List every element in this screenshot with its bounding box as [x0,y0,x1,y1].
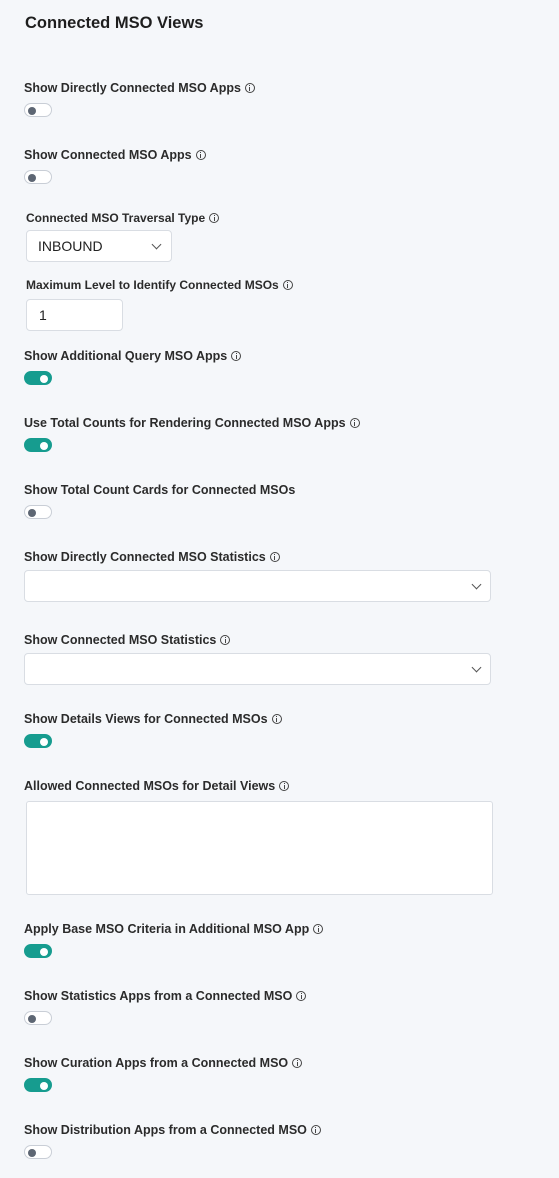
toggle-knob [28,508,36,517]
chevron-down-icon [471,579,482,590]
total-count-cards-label: Show Total Count Cards for Connected MSO… [24,483,296,497]
statistics-apps-label: Show Statistics Apps from a Connected MS… [24,989,293,1003]
distribution-apps-field: Show Distribution Apps from a Connected … [24,1122,321,1159]
directly-connected-stats-select[interactable] [24,570,491,602]
statistics-apps-toggle[interactable] [24,1011,52,1025]
use-total-counts-toggle[interactable] [24,438,52,452]
connected-stats-label: Show Connected MSO Statistics [24,633,217,647]
details-views-field: Show Details Views for Connected MSOs [24,711,282,748]
connected-mso-views-panel: Connected MSO Views Show Directly Connec… [0,0,559,1178]
toggle-knob [40,947,48,956]
info-icon[interactable] [313,924,324,934]
info-icon[interactable] [244,83,255,93]
total-count-cards-toggle[interactable] [24,505,52,519]
curation-apps-field: Show Curation Apps from a Connected MSO [24,1055,303,1092]
info-icon[interactable] [231,351,242,361]
toggle-knob [40,737,48,746]
info-icon[interactable] [271,714,282,724]
traversal-type-field: Connected MSO Traversal Type [26,210,220,226]
connected-stats-select[interactable] [24,653,491,685]
details-views-label: Show Details Views for Connected MSOs [24,712,268,726]
toggle-knob [40,441,48,450]
connected-apps-field: Show Connected MSO Apps [24,147,206,184]
allowed-detail-views-textarea[interactable] [26,801,493,895]
info-icon[interactable] [209,213,220,223]
apply-base-criteria-field: Apply Base MSO Criteria in Additional MS… [24,921,324,958]
additional-query-apps-field: Show Additional Query MSO Apps [24,348,242,385]
connected-apps-toggle[interactable] [24,170,52,184]
total-count-cards-field: Show Total Count Cards for Connected MSO… [24,482,295,519]
distribution-apps-label: Show Distribution Apps from a Connected … [24,1123,307,1137]
use-total-counts-label: Use Total Counts for Rendering Connected… [24,416,346,430]
details-views-toggle[interactable] [24,734,52,748]
directly-connected-apps-field: Show Directly Connected MSO Apps [24,80,255,117]
allowed-detail-views-label: Allowed Connected MSOs for Detail Views [24,779,276,793]
info-icon[interactable] [279,781,290,791]
additional-query-apps-toggle[interactable] [24,371,52,385]
curation-apps-toggle[interactable] [24,1078,52,1092]
max-level-label: Maximum Level to Identify Connected MSOs [26,278,279,292]
max-level-field: Maximum Level to Identify Connected MSOs [26,277,293,293]
directly-connected-stats-label: Show Directly Connected MSO Statistics [24,550,266,564]
info-icon[interactable] [310,1125,321,1135]
info-icon[interactable] [349,418,360,428]
info-icon[interactable] [292,1058,303,1068]
statistics-apps-field: Show Statistics Apps from a Connected MS… [24,988,307,1025]
traversal-type-value: INBOUND [38,238,103,254]
directly-connected-apps-toggle[interactable] [24,103,52,117]
info-icon[interactable] [220,635,231,645]
additional-query-apps-label: Show Additional Query MSO Apps [24,349,228,363]
toggle-knob [28,173,36,182]
toggle-knob [40,374,48,383]
apply-base-criteria-label: Apply Base MSO Criteria in Additional MS… [24,922,310,936]
allowed-detail-views-field: Allowed Connected MSOs for Detail Views [24,778,290,794]
section-title: Connected MSO Views [25,14,204,32]
max-level-input[interactable]: 1 [26,299,123,331]
distribution-apps-toggle[interactable] [24,1145,52,1159]
traversal-type-select[interactable]: INBOUND [26,230,172,262]
directly-connected-stats-field: Show Directly Connected MSO Statistics [24,549,280,565]
chevron-down-icon [471,662,482,673]
chevron-down-icon [151,239,162,250]
connected-stats-field: Show Connected MSO Statistics [24,632,231,648]
toggle-knob [28,1148,36,1157]
info-icon[interactable] [296,991,307,1001]
connected-apps-label: Show Connected MSO Apps [24,148,192,162]
info-icon[interactable] [282,280,293,290]
directly-connected-apps-label: Show Directly Connected MSO Apps [24,81,241,95]
traversal-type-label: Connected MSO Traversal Type [26,211,206,225]
info-icon[interactable] [195,150,206,160]
info-icon[interactable] [269,552,280,562]
use-total-counts-field: Use Total Counts for Rendering Connected… [24,415,360,452]
curation-apps-label: Show Curation Apps from a Connected MSO [24,1056,289,1070]
toggle-knob [28,106,36,115]
toggle-knob [28,1014,36,1023]
toggle-knob [40,1081,48,1090]
apply-base-criteria-toggle[interactable] [24,944,52,958]
max-level-value: 1 [39,307,47,323]
